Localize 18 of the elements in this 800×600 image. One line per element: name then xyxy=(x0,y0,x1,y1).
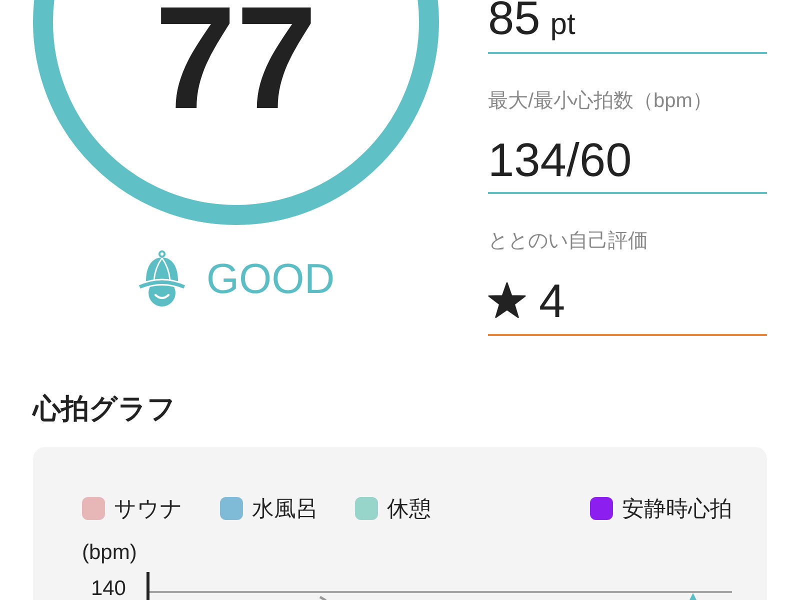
score-value: 77 xyxy=(154,3,318,112)
status-label: GOOD xyxy=(206,258,335,300)
y-tick-label: 140 xyxy=(90,576,126,600)
star-icon xyxy=(488,282,526,319)
legend-label: サウナ xyxy=(114,494,183,523)
stat-value: 85 xyxy=(488,0,540,36)
axis-unit-label: (bpm) xyxy=(82,540,137,565)
stat-label: 最大/最小心拍数（bpm） xyxy=(488,88,714,114)
heart-rate-peak xyxy=(687,592,699,600)
stat-label: ととのい自己評価 xyxy=(488,228,649,254)
rating-value: 4 xyxy=(539,282,566,318)
legend-label: 休憩 xyxy=(387,494,431,523)
hat-face-icon xyxy=(137,250,188,307)
legend-label: 安静時心拍 xyxy=(622,494,732,523)
section-title: 心拍グラフ xyxy=(33,392,176,426)
stat-value: 134/60 xyxy=(488,142,632,177)
y-axis xyxy=(146,572,150,600)
legend-label: 水風呂 xyxy=(252,494,318,523)
